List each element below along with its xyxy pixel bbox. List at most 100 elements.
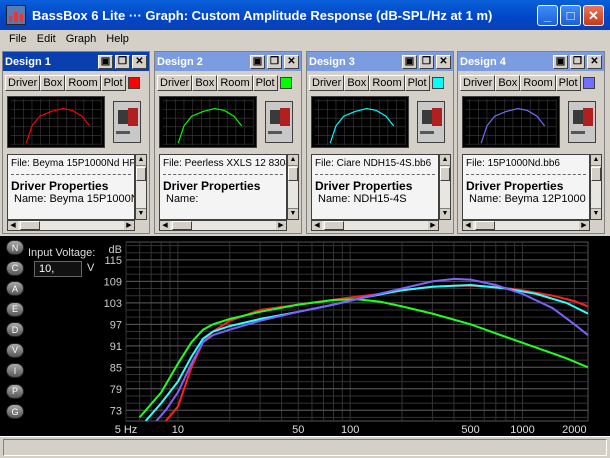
design-4-speaker-icon[interactable] <box>568 101 596 143</box>
design-3-vertical-scrollbar[interactable]: ▲ ▼ <box>439 154 451 220</box>
side-button-c[interactable]: C <box>6 260 24 276</box>
y-tick-label: 115 <box>104 255 122 267</box>
menu-graph[interactable]: Graph <box>61 33 102 45</box>
design-4-tab-room[interactable]: Room <box>520 74 556 91</box>
design-2-close-button[interactable]: ✕ <box>284 54 299 69</box>
design-3-tab-box[interactable]: Box <box>344 74 370 91</box>
minimize-button[interactable]: _ <box>537 4 558 26</box>
design-3-color-swatch[interactable] <box>431 76 444 89</box>
design-2-file: File: Peerless XXLS 12 83086 <box>163 158 287 169</box>
side-button-n[interactable]: N <box>6 240 24 255</box>
design-2-horizontal-scrollbar[interactable]: ◀ ▶ <box>159 220 287 231</box>
window-title: BassBox 6 Lite ··· Graph: Custom Amplitu… <box>32 7 493 23</box>
design-3-tab-driver[interactable]: Driver <box>309 74 345 91</box>
copy-icon: ❐ <box>422 56 431 67</box>
design-2-info-box: File: Peerless XXLS 12 83086 Driver Prop… <box>159 154 287 220</box>
design-4-driver-name: Name: Beyma 12P1000 <box>469 193 586 205</box>
design-3-mini-graph <box>311 96 409 148</box>
design-2-tab-plot[interactable]: Plot <box>252 74 278 91</box>
design-4-color-swatch[interactable] <box>582 76 595 89</box>
y-tick-label: 109 <box>104 276 122 288</box>
design-1-tabs: Driver Box Room Plot <box>5 74 147 91</box>
design-4-horizontal-scrollbar[interactable]: ◀ ▶ <box>462 220 590 231</box>
design-4-tab-box[interactable]: Box <box>495 74 521 91</box>
design-3-tabs: Driver Box Room Plot <box>309 74 451 91</box>
design-2-vertical-scrollbar[interactable]: ▲ ▼ <box>287 154 299 220</box>
design-2-title: Design 2 <box>157 55 203 68</box>
input-voltage-label: Input Voltage: <box>28 247 96 259</box>
design-3-save-button[interactable]: ▣ <box>402 54 417 69</box>
design-1-close-button[interactable]: ✕ <box>132 54 147 69</box>
design-4-file: File: 15P1000Nd.bb6 <box>466 158 560 169</box>
amplitude-response-chart: 73 79 85 91 97 103 109 115 5 Hz 10 50 100 500 1000 200… <box>104 241 589 436</box>
bassbox-app-icon[interactable] <box>6 5 26 25</box>
design-3-tab-plot[interactable]: Plot <box>404 74 430 91</box>
design-1-copy-button[interactable]: ❐ <box>115 54 130 69</box>
design-1-tab-room[interactable]: Room <box>65 74 101 91</box>
status-panel <box>3 439 607 456</box>
design-1-tab-driver[interactable]: Driver <box>5 74 41 91</box>
design-4-close-button[interactable]: ✕ <box>587 54 602 69</box>
design-4-vertical-scrollbar[interactable]: ▲ ▼ <box>590 154 602 220</box>
design-3-header[interactable]: Design 3 ▣ ❐ ✕ <box>307 52 453 71</box>
design-3-driver-name: Name: NDH15-4S <box>318 193 407 205</box>
design-1-vertical-scrollbar[interactable]: ▲ ▼ <box>135 154 147 220</box>
design-1-color-swatch[interactable] <box>127 76 140 89</box>
design-2-tab-driver[interactable]: Driver <box>157 74 193 91</box>
design-4-mini-graph <box>462 96 560 148</box>
design-3-speaker-icon[interactable] <box>417 101 445 143</box>
design-1-speaker-icon[interactable] <box>113 101 141 143</box>
maximize-button[interactable]: □ <box>560 4 581 26</box>
design-1-horizontal-scrollbar[interactable]: ◀ ▶ <box>7 220 135 231</box>
x-tick-label: 500 <box>461 424 479 436</box>
menu-help[interactable]: Help <box>101 33 134 45</box>
design-4-tab-driver[interactable]: Driver <box>460 74 496 91</box>
design-1-tab-box[interactable]: Box <box>40 74 66 91</box>
design-2-tab-box[interactable]: Box <box>192 74 218 91</box>
close-icon: ✕ <box>135 56 144 67</box>
close-icon: ✕ <box>439 56 448 67</box>
design-1-save-button[interactable]: ▣ <box>98 54 113 69</box>
design-3-close-button[interactable]: ✕ <box>436 54 451 69</box>
design-1-title: Design 1 <box>5 55 51 68</box>
design-4-copy-button[interactable]: ❐ <box>570 54 585 69</box>
close-button[interactable]: ✕ <box>583 4 604 26</box>
side-button-v[interactable]: V <box>6 342 24 358</box>
design-panel-1: Design 1 ▣ ❐ ✕ Driver Box Room Plot File… <box>2 51 150 234</box>
design-2-header[interactable]: Design 2 ▣ ❐ ✕ <box>155 52 301 71</box>
side-button-d[interactable]: D <box>6 322 24 337</box>
design-2-color-swatch[interactable] <box>279 76 292 89</box>
design-2-save-button[interactable]: ▣ <box>250 54 265 69</box>
side-button-a[interactable]: A <box>6 281 24 296</box>
input-voltage-field[interactable]: 10, <box>34 261 82 277</box>
side-button-p[interactable]: P <box>6 383 24 399</box>
design-1-info-box: File: Beyma 15P1000Nd HF Driver Properti… <box>7 154 135 220</box>
x-tick-label: 10 <box>172 424 184 436</box>
y-tick-label: 103 <box>104 298 122 310</box>
copy-icon: ❐ <box>573 56 582 67</box>
design-3-tab-room[interactable]: Room <box>369 74 405 91</box>
design-3-props-heading: Driver Properties <box>315 179 413 193</box>
design-2-copy-button[interactable]: ❐ <box>267 54 282 69</box>
minimize-icon: _ <box>543 7 552 23</box>
design-4-header[interactable]: Design 4 ▣ ❐ ✕ <box>458 52 604 71</box>
side-button-e[interactable]: E <box>6 301 24 317</box>
design-1-header[interactable]: Design 1 ▣ ❐ ✕ <box>3 52 149 71</box>
save-icon: ▣ <box>100 56 111 67</box>
y-tick-label: 73 <box>110 405 122 417</box>
design-1-tab-plot[interactable]: Plot <box>100 74 126 91</box>
design-4-save-button[interactable]: ▣ <box>553 54 568 69</box>
design-3-horizontal-scrollbar[interactable]: ◀ ▶ <box>311 220 439 231</box>
save-icon: ▣ <box>252 56 263 67</box>
menu-edit[interactable]: Edit <box>32 33 61 45</box>
x-tick-label: 100 <box>341 424 359 436</box>
design-3-copy-button[interactable]: ❐ <box>419 54 434 69</box>
design-1-file: File: Beyma 15P1000Nd HF <box>11 158 135 169</box>
design-4-tab-plot[interactable]: Plot <box>555 74 581 91</box>
side-button-g[interactable]: G <box>6 404 24 419</box>
menu-file[interactable]: File <box>4 33 32 45</box>
design-2-speaker-icon[interactable] <box>265 101 293 143</box>
design-2-tabs: Driver Box Room Plot <box>157 74 299 91</box>
side-button-i[interactable]: I <box>6 363 24 378</box>
design-2-tab-room[interactable]: Room <box>217 74 253 91</box>
